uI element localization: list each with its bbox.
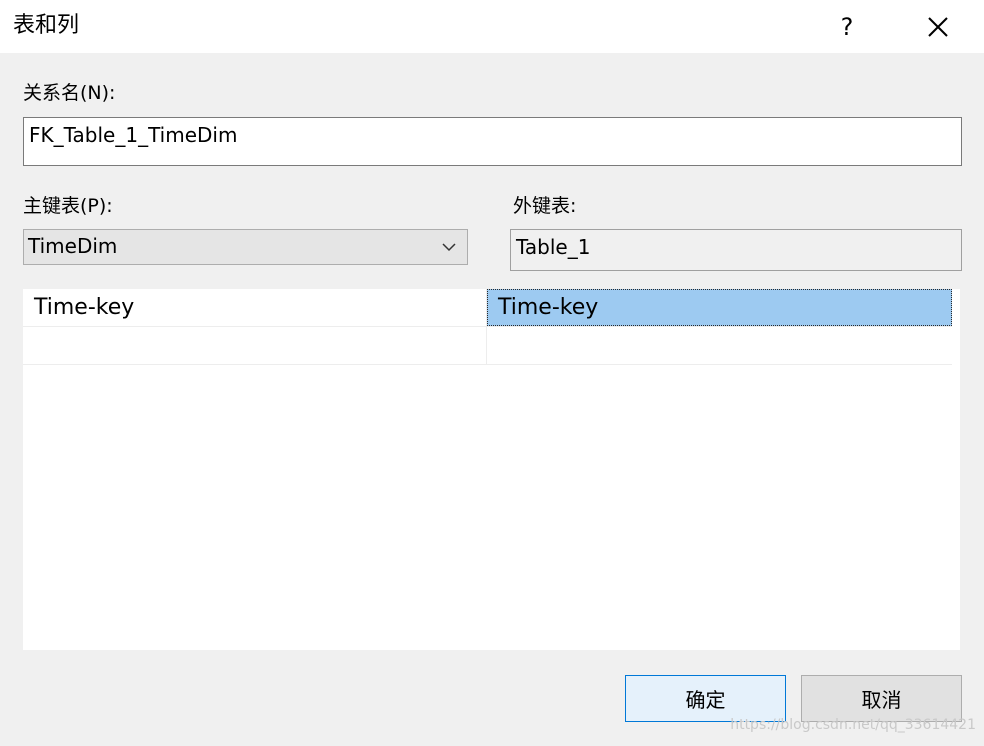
primary-column-cell[interactable]: Time-key [23,289,487,326]
relation-name-label: 关系名(N): [23,82,116,104]
relation-name-input[interactable]: FK_Table_1_TimeDim [23,117,962,166]
title-bar: 表和列 ? [0,0,984,53]
ok-button[interactable]: 确定 [625,675,786,722]
foreign-column-cell[interactable] [487,327,952,364]
watermark: https://blog.csdn.net/qq_33614421 [730,717,976,733]
table-row [23,327,952,365]
primary-table-value: TimeDim [28,234,118,258]
table-row: Time-key Time-key [23,289,952,327]
help-icon: ? [840,12,854,41]
close-button[interactable] [912,0,964,53]
foreign-table-field: Table_1 [510,229,962,271]
chevron-down-icon [442,243,456,252]
foreign-table-label: 外键表: [513,195,577,217]
help-button[interactable]: ? [822,0,872,53]
primary-column-cell[interactable] [23,327,487,364]
cancel-button[interactable]: 取消 [801,675,962,722]
columns-grid: Time-key Time-key [23,289,960,650]
foreign-column-cell[interactable]: Time-key [487,289,952,326]
window-title: 表和列 [13,13,80,38]
primary-table-dropdown[interactable]: TimeDim [23,229,468,265]
close-icon [928,16,948,37]
primary-table-label: 主键表(P): [23,195,113,217]
